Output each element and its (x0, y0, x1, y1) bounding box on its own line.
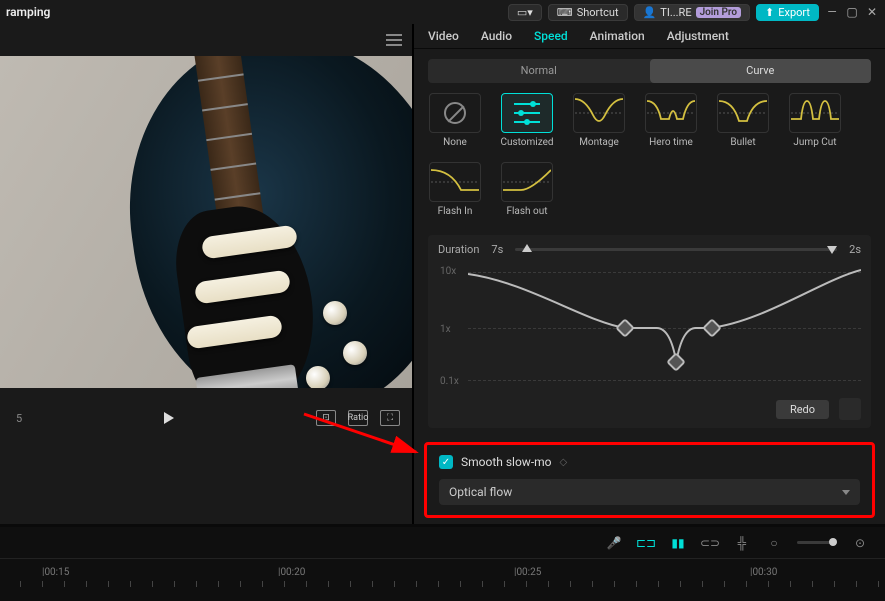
preset-label: Hero time (649, 137, 693, 148)
timecode-display: 5 (12, 412, 22, 425)
smooth-label: Smooth slow-mo (461, 455, 552, 469)
tick-label: |00:25 (514, 567, 541, 578)
preset-jump-cut[interactable]: Jump Cut (788, 93, 842, 148)
top-bar-controls: ▭▾ ⌨ Shortcut 👤 TI...RE Join Pro ⬆ Expor… (508, 4, 879, 21)
preset-flash-in[interactable]: Flash In (428, 162, 482, 217)
preset-label: None (443, 137, 467, 148)
mic-icon[interactable]: 🎤 (605, 536, 623, 550)
maximize-icon[interactable]: ▢ (845, 5, 859, 19)
speed-curve-path (468, 270, 861, 362)
export-button[interactable]: ⬆ Export (756, 4, 819, 21)
tab-audio[interactable]: Audio (481, 29, 512, 43)
user-badge[interactable]: 👤 TI...RE Join Pro (634, 4, 750, 21)
tab-animation[interactable]: Animation (590, 29, 645, 43)
y-axis-label: 0.1x (440, 376, 459, 387)
duration-thumb-start[interactable] (522, 244, 532, 252)
smooth-info-icon[interactable]: ◇ (560, 457, 568, 468)
subtab-curve[interactable]: Curve (650, 59, 872, 83)
subtab-normal[interactable]: Normal (428, 59, 650, 83)
duration-slider[interactable] (515, 248, 837, 251)
chevron-down-icon (842, 490, 850, 495)
cancel-icon (444, 102, 466, 124)
tab-adjustment[interactable]: Adjustment (667, 29, 729, 43)
preset-montage[interactable]: Montage (572, 93, 626, 148)
tab-video[interactable]: Video (428, 29, 459, 43)
preset-label: Jump Cut (793, 137, 836, 148)
zoom-slider[interactable] (797, 541, 837, 544)
redo-aux-button[interactable] (839, 398, 861, 420)
dropdown-value: Optical flow (449, 485, 512, 499)
speed-graph-panel: Duration 7s 2s 10x 1x 0.1x (428, 235, 871, 428)
property-tabs: Video Audio Speed Animation Adjustment (414, 24, 885, 49)
preset-label: Flash out (506, 206, 547, 217)
shortcut-label: Shortcut (577, 6, 619, 19)
preset-label: Montage (579, 137, 619, 148)
video-preview[interactable] (0, 56, 412, 388)
preset-customized[interactable]: Customized (500, 93, 554, 148)
fullscreen-icon[interactable]: ⛶ (380, 410, 400, 426)
preset-label: Flash In (438, 206, 473, 217)
preset-label: Bullet (730, 137, 755, 148)
speed-curve-graph[interactable]: 10x 1x 0.1x (438, 262, 861, 392)
play-button[interactable] (164, 412, 174, 424)
close-icon[interactable]: ✕ (865, 5, 879, 19)
align-icon[interactable]: ╬ (733, 536, 751, 550)
tick-label: |00:20 (278, 567, 305, 578)
minimize-icon[interactable]: — (825, 5, 839, 19)
tick-label: |00:30 (750, 567, 777, 578)
y-axis-label: 10x (440, 266, 456, 277)
guitar-image (0, 56, 412, 388)
tab-speed[interactable]: Speed (534, 29, 568, 43)
zoom-out-icon[interactable]: ○ (765, 536, 783, 550)
timeline: 🎤 ⊏⊐ ▮▮ ⊂⊃ ╬ ○ ⊙ |00:15 |00:20 |00:25 |0… (0, 527, 885, 601)
speed-mode-tabs: Normal Curve (428, 59, 871, 83)
preset-bullet[interactable]: Bullet (716, 93, 770, 148)
smooth-slow-mo-section: ✓ Smooth slow-mo ◇ Optical flow (424, 442, 875, 518)
duration-from: 7s (491, 243, 503, 256)
ratio-button[interactable]: Ratio (348, 410, 368, 426)
magnet-icon[interactable]: ▮▮ (669, 536, 687, 550)
duration-to: 2s (849, 243, 861, 256)
window-title: ramping (6, 5, 50, 19)
redo-button[interactable]: Redo (776, 400, 829, 419)
preset-label: Customized (500, 137, 553, 148)
link-icon[interactable]: ⊂⊃ (701, 536, 719, 550)
user-label: TI...RE (660, 6, 691, 19)
preset-flash-out[interactable]: Flash out (500, 162, 554, 217)
duration-label: Duration (438, 243, 479, 256)
layout-toggle[interactable]: ▭▾ (508, 4, 542, 21)
smooth-method-dropdown[interactable]: Optical flow (439, 479, 860, 505)
curve-presets: None Customized Montage Hero time Bullet… (414, 93, 885, 227)
sliders-icon (514, 103, 540, 123)
zoom-fit-icon[interactable]: ⊙ (851, 536, 869, 550)
timeline-ruler[interactable]: |00:15 |00:20 |00:25 |00:30 (0, 559, 885, 601)
join-pro-badge[interactable]: Join Pro (696, 7, 741, 18)
preset-hero-time[interactable]: Hero time (644, 93, 698, 148)
duration-thumb-end[interactable] (827, 246, 837, 254)
preset-none[interactable]: None (428, 93, 482, 148)
y-axis-label: 1x (440, 324, 451, 335)
snap-icon[interactable]: ⊏⊐ (637, 536, 655, 550)
hamburger-icon[interactable] (386, 34, 402, 46)
tick-label: |00:15 (42, 567, 69, 578)
shortcut-button[interactable]: ⌨ Shortcut (548, 4, 628, 21)
smooth-checkbox[interactable]: ✓ (439, 455, 453, 469)
crop-icon[interactable]: ⊡ (316, 410, 336, 426)
export-label: Export (778, 6, 810, 19)
